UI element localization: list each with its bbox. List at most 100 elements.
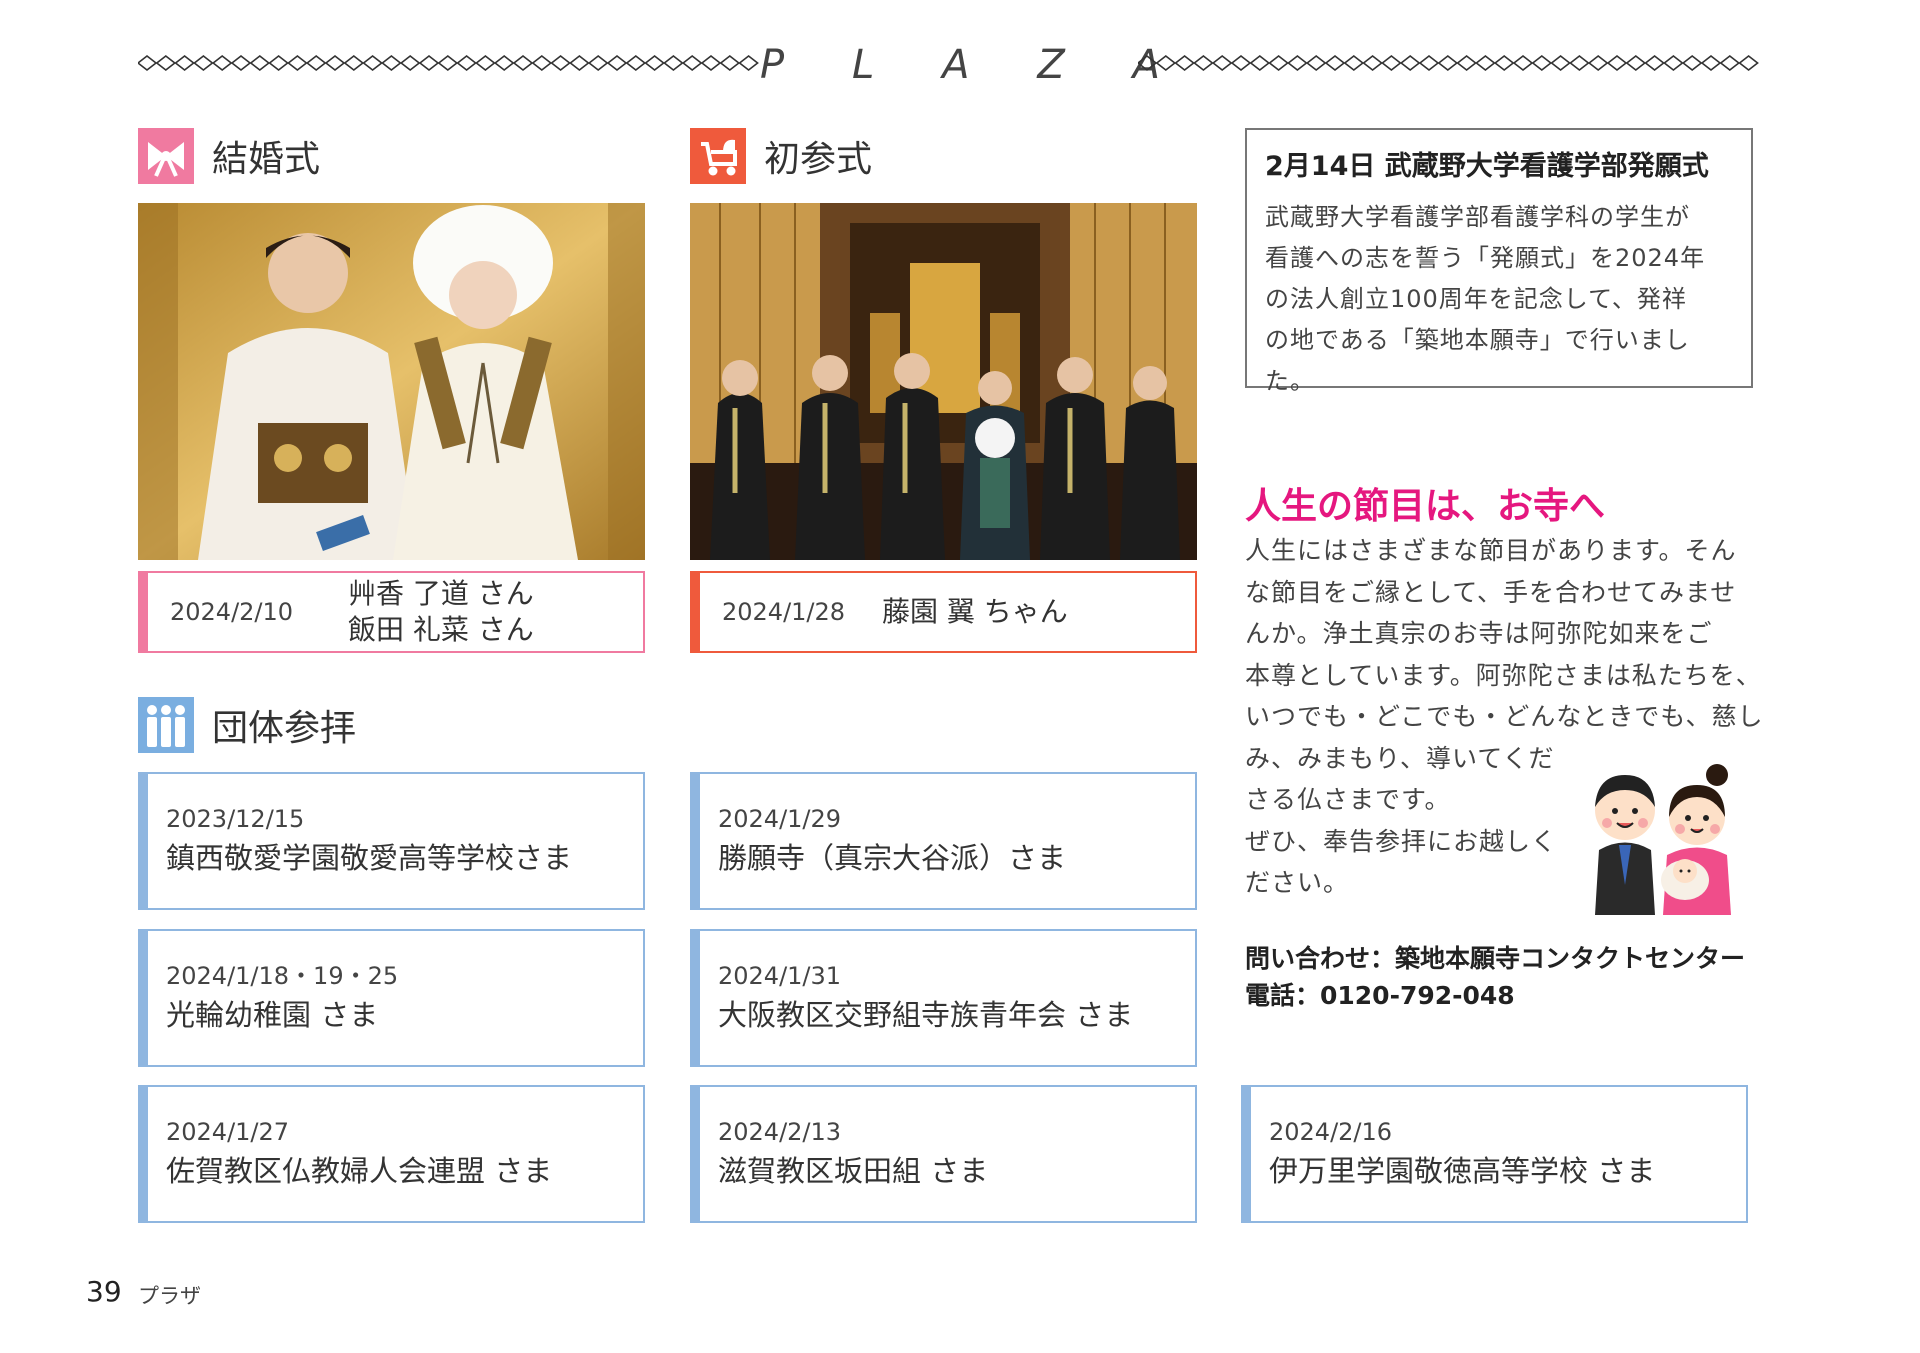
diamond-ornament xyxy=(644,54,665,72)
diamond-ornament xyxy=(738,54,759,72)
header-letter: L xyxy=(851,42,875,88)
header-letter: Z xyxy=(1037,42,1065,88)
diamond-ornament xyxy=(193,54,214,72)
promo-line: な節目をご縁として、手を合わせてみませ xyxy=(1245,577,1737,607)
group-item-date: 2023/12/15 xyxy=(166,805,305,833)
people-icon xyxy=(138,697,194,753)
diamond-ornament xyxy=(343,54,365,72)
contact-phone[interactable]: 電話：0120-792-048 xyxy=(1245,977,1745,1014)
diamond-ornament xyxy=(663,54,684,72)
wedding-heading-text: 結婚式 xyxy=(212,139,321,180)
diamond-ornament xyxy=(1719,54,1741,72)
diamond-ornament xyxy=(550,54,571,72)
group-heading: 団体参拝 xyxy=(138,697,356,753)
diamond-ornament xyxy=(1738,54,1759,72)
group-item-date: 2024/1/27 xyxy=(166,1118,290,1146)
diamond-ornament xyxy=(1456,54,1477,72)
wedding-heading: 結婚式 xyxy=(138,128,320,184)
diamond-ornament xyxy=(399,54,421,72)
header-letter: P xyxy=(760,42,785,88)
diamond-ornament xyxy=(1287,54,1308,72)
diamond-ornament xyxy=(719,54,741,72)
diamond-ornament xyxy=(1493,54,1515,72)
group-item-date: 2024/2/13 xyxy=(718,1118,842,1146)
first-visit-heading: 初参式 xyxy=(690,128,872,184)
diamond-ornament xyxy=(531,54,553,72)
diamond-ornament xyxy=(249,54,271,72)
news-line: 武蔵野大学看護学部看護学科の学生が xyxy=(1265,203,1690,231)
diamond-ornament xyxy=(1606,54,1628,72)
diamond-ornament xyxy=(1569,54,1590,72)
news-title: 2月14日 武蔵野大学看護学部発願式 xyxy=(1265,151,1709,182)
wedding-names: 艸香 了道 さん 飯田 礼菜 さん xyxy=(348,576,534,648)
page-number: 39 xyxy=(86,1275,122,1308)
family-illustration xyxy=(1585,745,1745,915)
diamond-ornament xyxy=(475,54,496,72)
diamond-ornament xyxy=(625,54,647,72)
news-body: 武蔵野大学看護学部看護学科の学生が 看護への志を誓う「発願式」を2024年 の法… xyxy=(1265,197,1733,402)
diamond-ornament xyxy=(1437,54,1459,72)
diamond-ornament xyxy=(381,54,402,72)
diamond-ornament xyxy=(1362,54,1383,72)
diamond-ornament xyxy=(211,54,233,72)
group-item: 2024/1/18・19・25 光輪幼稚園 さま xyxy=(138,929,645,1067)
first-visit-heading-text: 初参式 xyxy=(764,139,873,180)
diamond-ornament xyxy=(1663,54,1684,72)
group-item-name: 鎮西敬愛学園敬愛高等学校さま xyxy=(166,841,573,875)
diamond-ornament xyxy=(1324,54,1346,72)
wedding-date: 2024/2/10 xyxy=(170,598,294,626)
diamond-ornament xyxy=(456,54,477,72)
group-item-name: 滋賀教区坂田組 さま xyxy=(718,1154,989,1188)
diamond-ornament xyxy=(1230,54,1252,72)
diamond-ornament xyxy=(569,54,590,72)
first-visit-date: 2024/1/28 xyxy=(722,598,846,626)
news-line: 看護への志を誓う「発願式」を2024年 xyxy=(1265,244,1706,272)
diamond-ornament xyxy=(305,54,327,72)
diamond-ornament xyxy=(512,54,534,72)
diamond-ornament xyxy=(324,54,346,72)
wedding-name-bride: 飯田 礼菜 さん xyxy=(348,613,534,646)
diamond-ornament xyxy=(1399,54,1421,72)
wedding-caption: 2024/2/10 艸香 了道 さん 飯田 礼菜 さん xyxy=(138,571,645,653)
diamond-ornament xyxy=(230,54,252,72)
diamond-ornament xyxy=(1475,54,1496,72)
diamond-ornament xyxy=(1531,54,1553,72)
group-item: 2024/1/31 大阪教区交野組寺族青年会 さま xyxy=(690,929,1197,1067)
promo-line: 人生にはさまざまな節目があります。そん xyxy=(1245,536,1737,565)
group-item-name: 勝願寺（真宗大谷派）さま xyxy=(718,841,1067,875)
group-heading-text: 団体参拝 xyxy=(212,708,357,749)
stroller-icon xyxy=(690,128,746,184)
group-item-name: 伊万里学園敬徳高等学校 さま xyxy=(1269,1154,1656,1188)
diamond-ornament xyxy=(681,54,703,72)
diamond-ornament xyxy=(1249,54,1271,72)
diamond-ornament xyxy=(268,54,289,72)
diamond-ornament xyxy=(287,54,308,72)
header-title: P L A Z A xyxy=(760,40,1160,90)
diamond-ornament xyxy=(1681,54,1703,72)
diamond-ornament xyxy=(1550,54,1571,72)
group-item: 2024/1/29 勝願寺（真宗大谷派）さま xyxy=(690,772,1197,910)
wedding-name-groom: 艸香 了道 さん xyxy=(348,577,534,610)
diamond-ornament xyxy=(493,54,515,72)
group-item: 2023/12/15 鎮西敬愛学園敬愛高等学校さま xyxy=(138,772,645,910)
group-item: 2024/2/13 滋賀教区坂田組 さま xyxy=(690,1085,1197,1223)
group-item-date: 2024/2/16 xyxy=(1269,1118,1393,1146)
news-box: 2月14日 武蔵野大学看護学部発願式 武蔵野大学看護学部看護学科の学生が 看護へ… xyxy=(1245,128,1753,395)
diamond-ornament xyxy=(1644,54,1665,72)
first-visit-names: 藤園 翼 ちゃん xyxy=(882,594,1068,630)
first-visit-photo xyxy=(690,203,1197,560)
diamond-ornament xyxy=(1418,54,1440,72)
wedding-photo xyxy=(138,203,645,560)
diamond-ornament xyxy=(1587,54,1609,72)
ribbon-icon xyxy=(138,128,194,184)
group-item: 2024/1/27 佐賀教区仏教婦人会連盟 さま xyxy=(138,1085,645,1223)
first-visit-name: 藤園 翼 ちゃん xyxy=(882,595,1068,628)
diamond-ornament xyxy=(362,54,383,72)
news-line: の地である「築地本願寺」で行いました。 xyxy=(1265,326,1690,395)
header-ornament-left xyxy=(138,50,760,76)
diamond-ornament xyxy=(1268,54,1289,72)
diamond-ornament xyxy=(174,54,195,72)
group-item-name: 光輪幼稚園 さま xyxy=(166,998,379,1032)
promo-line: んか。浄土真宗のお寺は阿弥陀如来をご xyxy=(1245,619,1713,648)
diamond-ornament xyxy=(1155,54,1177,72)
